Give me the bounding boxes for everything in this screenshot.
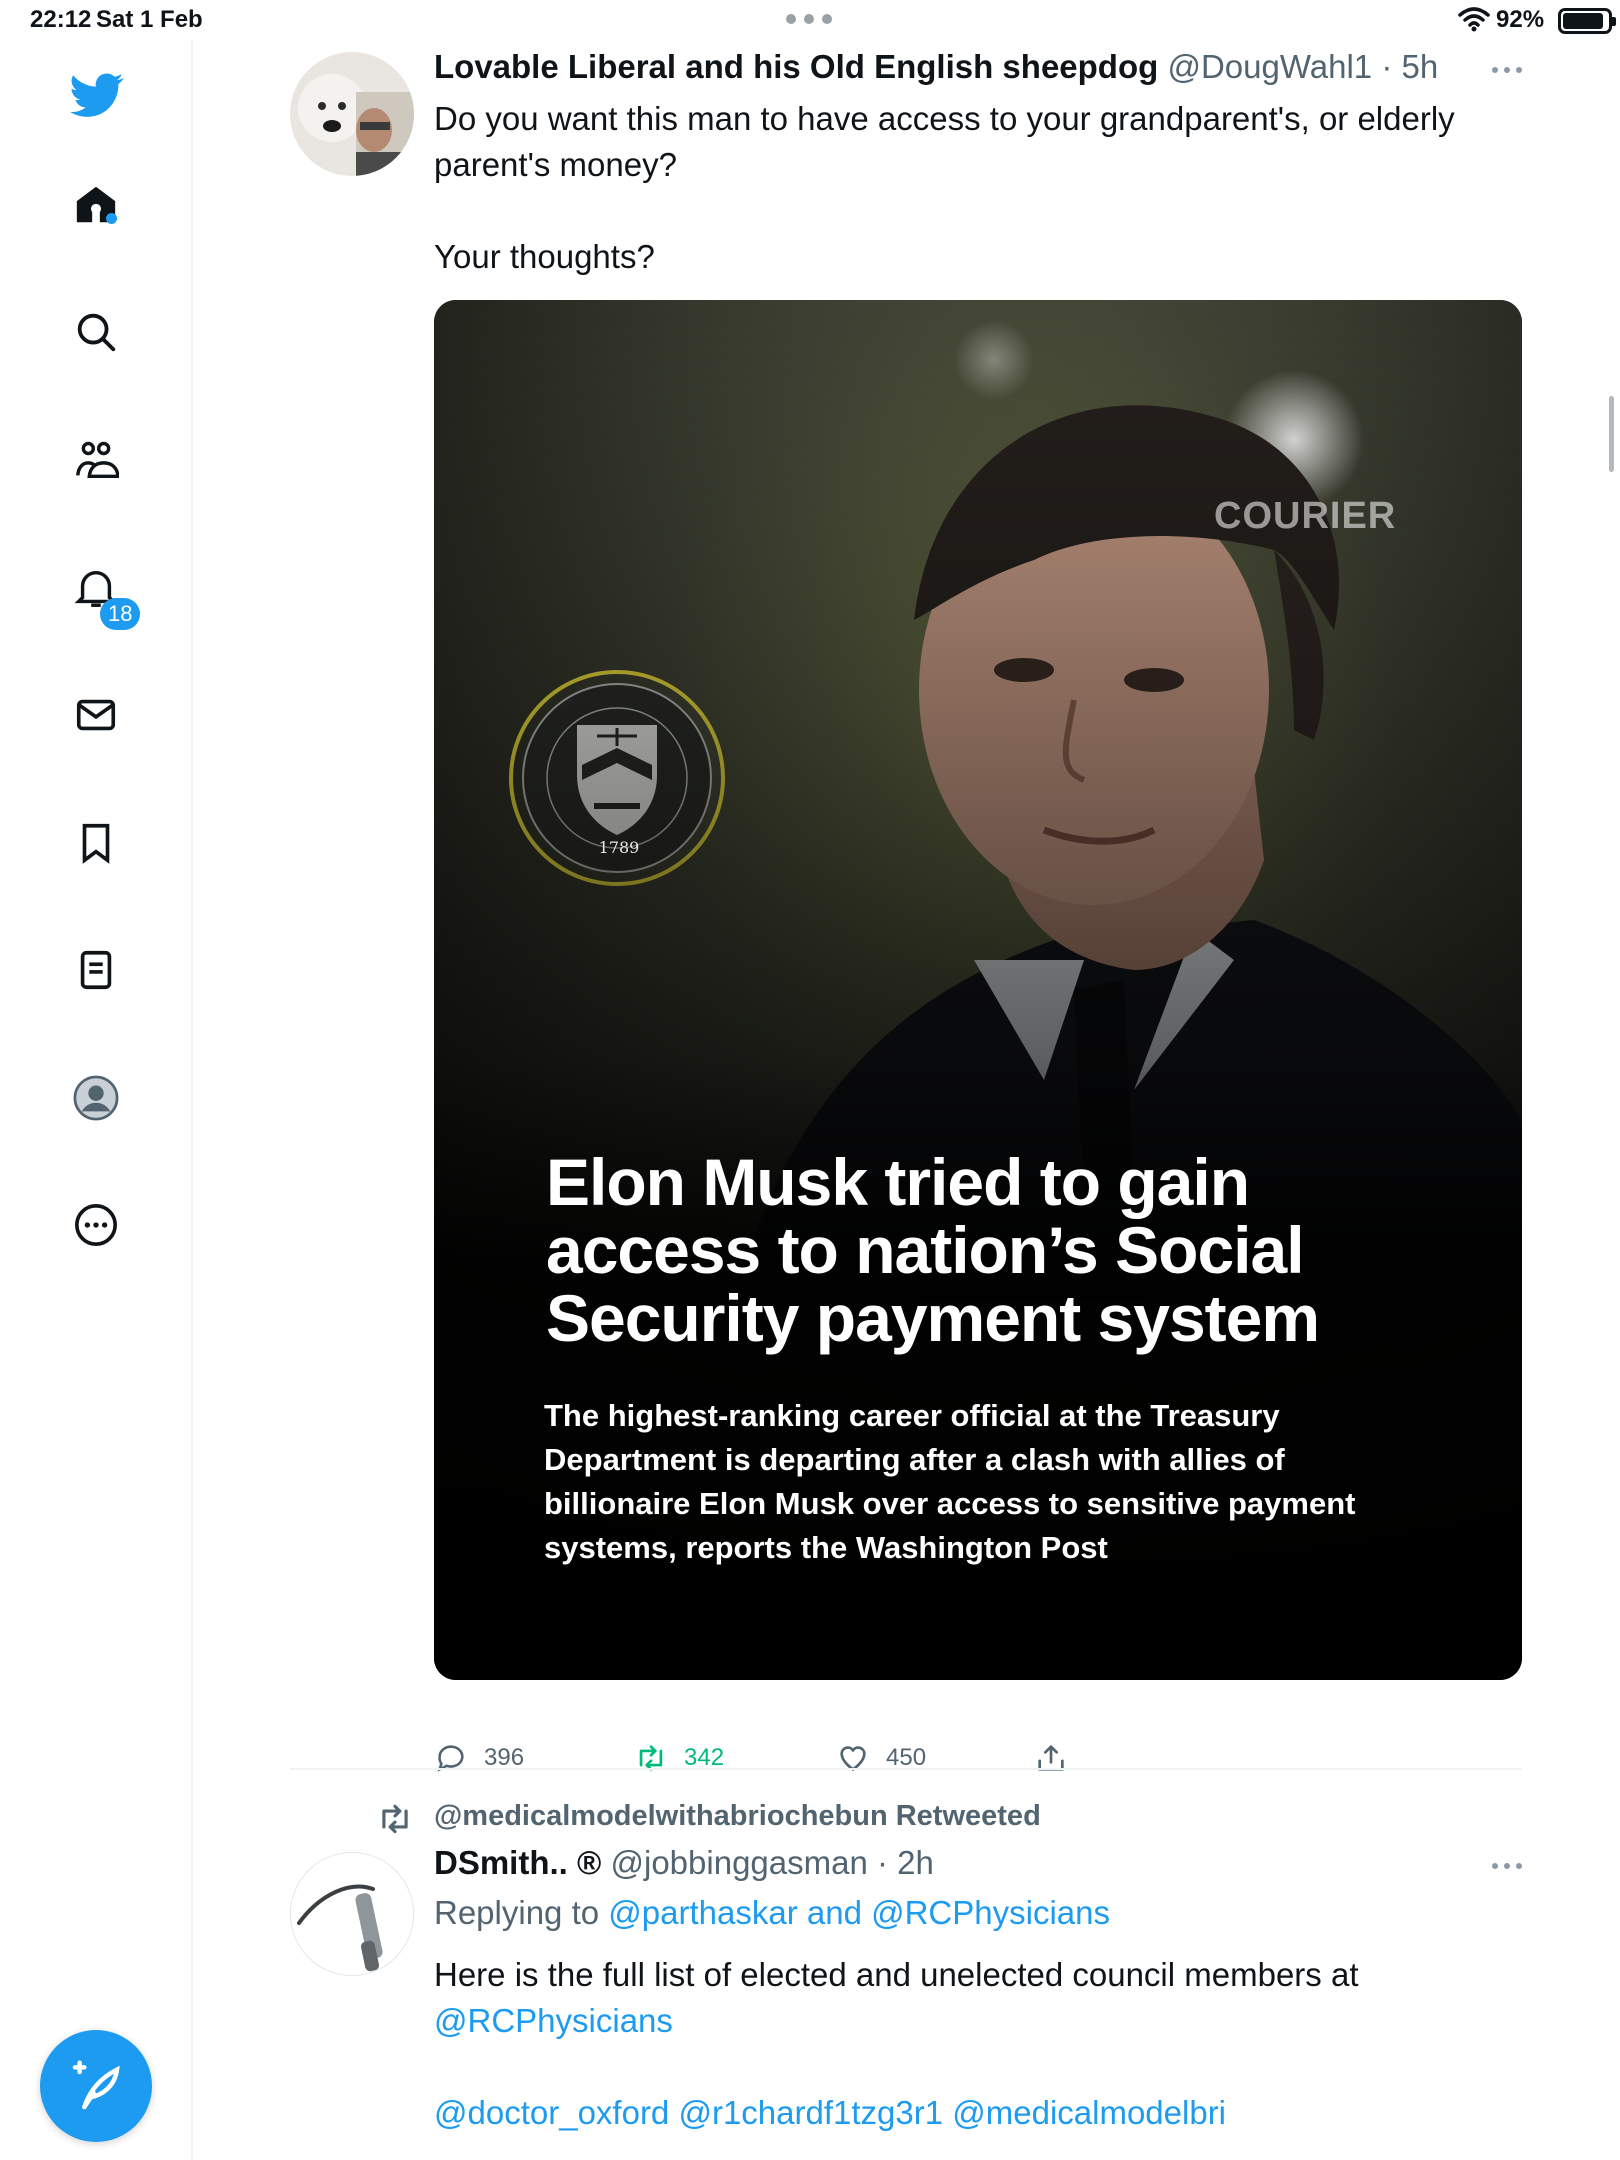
tweet-card[interactable]: @medicalmodelwithabriochebun Retweeted D…	[290, 0, 1522, 2160]
status-time: 22:12	[30, 6, 92, 33]
tweet-text-line: Here is the full list of elected and une…	[434, 1956, 1359, 1993]
replying-to: Replying to @parthaskar and @RCPhysician…	[434, 1894, 1110, 1932]
lists-icon[interactable]	[66, 940, 126, 1000]
profile-avatar-icon[interactable]	[66, 1068, 126, 1128]
more-options-icon[interactable]	[66, 1195, 126, 1255]
home-unread-dot	[106, 213, 117, 224]
search-icon[interactable]	[66, 302, 126, 362]
author-avatar[interactable]	[290, 1852, 414, 1976]
notifications-count-badge: 18	[100, 598, 141, 630]
tweet-header: DSmith.. ® @jobbinggasman · 2h	[434, 1844, 934, 1882]
bookmarks-icon[interactable]	[66, 813, 126, 873]
communities-icon[interactable]	[66, 430, 126, 490]
retweeted-by-label[interactable]: @medicalmodelwithabriochebun Retweeted	[434, 1800, 1041, 1833]
status-date: Sat 1 Feb	[96, 6, 203, 33]
tweet-more-icon[interactable]	[1482, 1858, 1522, 1874]
compose-tweet-button[interactable]	[40, 2030, 152, 2142]
mentions-line[interactable]: @doctor_oxford @r1chardf1tzg3r1 @medical…	[434, 2090, 1522, 2136]
scroll-indicator[interactable]	[1609, 396, 1614, 472]
retweeted-indicator-icon	[382, 1804, 408, 1834]
author-name[interactable]: DSmith.. ®	[434, 1844, 601, 1881]
battery-icon	[1558, 8, 1616, 34]
replying-prefix: Replying to	[434, 1894, 600, 1931]
home-icon[interactable]	[66, 175, 126, 235]
sidebar-nav: 18	[0, 40, 193, 2160]
author-handle-time[interactable]: @jobbinggasman · 2h	[611, 1844, 934, 1881]
twitter-logo-icon[interactable]	[62, 60, 132, 130]
mention-link[interactable]: @RCPhysicians	[434, 1998, 1522, 2044]
replying-to-mentions[interactable]: @parthaskar and @RCPhysicians	[608, 1894, 1110, 1931]
messages-envelope-icon[interactable]	[66, 685, 126, 745]
tweet-text: Here is the full list of elected and une…	[434, 1952, 1522, 2136]
